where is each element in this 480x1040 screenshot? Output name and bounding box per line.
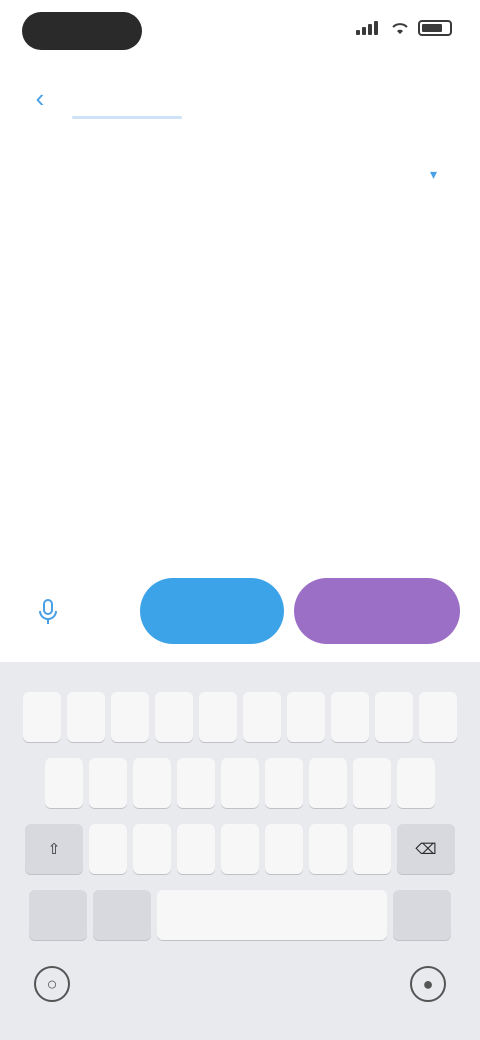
key[interactable]: [155, 692, 193, 742]
key[interactable]: [375, 692, 413, 742]
battery-icon: [418, 20, 452, 36]
key[interactable]: [111, 692, 149, 742]
globe-icon[interactable]: ○: [34, 966, 70, 1002]
wifi-icon: [392, 23, 408, 34]
key[interactable]: [397, 758, 435, 808]
backspace-key[interactable]: ⌫: [397, 824, 455, 874]
secondary-action-button[interactable]: [294, 578, 460, 644]
emoji-key[interactable]: [93, 890, 151, 940]
key[interactable]: [309, 824, 347, 874]
numbers-key[interactable]: [29, 890, 87, 940]
key[interactable]: [221, 824, 259, 874]
key[interactable]: [89, 758, 127, 808]
nav-underline: [72, 116, 182, 119]
shift-key[interactable]: ⇧: [25, 824, 83, 874]
key[interactable]: [23, 692, 61, 742]
key[interactable]: [67, 692, 105, 742]
chevron-left-icon[interactable]: ‹: [26, 83, 54, 113]
signal-icon: [356, 21, 382, 35]
key[interactable]: [133, 758, 171, 808]
text-cursor-icon: ▾: [430, 166, 438, 182]
space-key[interactable]: [157, 890, 387, 940]
key[interactable]: [265, 824, 303, 874]
key[interactable]: [353, 758, 391, 808]
key[interactable]: [45, 758, 83, 808]
key[interactable]: [177, 824, 215, 874]
key[interactable]: [309, 758, 347, 808]
keyboard-row-2: [0, 758, 480, 808]
key[interactable]: [243, 692, 281, 742]
key[interactable]: [353, 824, 391, 874]
dictation-microphone-icon[interactable]: ●: [410, 966, 446, 1002]
key[interactable]: [331, 692, 369, 742]
key[interactable]: [265, 758, 303, 808]
return-key[interactable]: [393, 890, 451, 940]
keyboard-row-1: [0, 692, 480, 742]
keyboard-bottom-bar: ○ ●: [0, 956, 480, 1040]
key[interactable]: [89, 824, 127, 874]
key[interactable]: [287, 692, 325, 742]
keyboard-row-3: ⇧ ⌫: [0, 824, 480, 874]
key[interactable]: [133, 824, 171, 874]
nav-bar: ‹: [0, 72, 480, 124]
status-icons: [356, 20, 452, 36]
action-row: [0, 574, 480, 650]
key[interactable]: [199, 692, 237, 742]
key[interactable]: [177, 758, 215, 808]
key[interactable]: [419, 692, 457, 742]
key[interactable]: [221, 758, 259, 808]
text-editor[interactable]: [22, 158, 458, 318]
status-bar: [0, 0, 480, 64]
microphone-icon[interactable]: [32, 596, 64, 628]
keyboard-row-4: [0, 890, 480, 940]
on-screen-keyboard: ⇧ ⌫ ○ ●: [0, 662, 480, 1040]
primary-action-button[interactable]: [140, 578, 284, 644]
dynamic-island: [22, 12, 142, 50]
